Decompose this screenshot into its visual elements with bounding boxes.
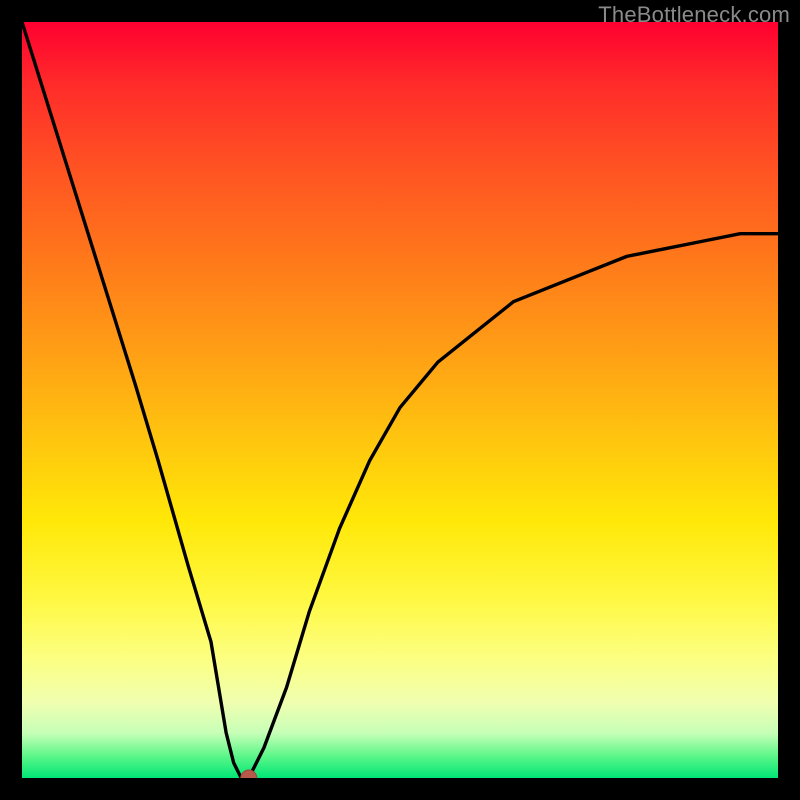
chart-svg bbox=[22, 22, 778, 778]
attribution-text: TheBottleneck.com bbox=[598, 2, 790, 28]
bottleneck-curve bbox=[22, 22, 778, 778]
optimal-point-marker bbox=[241, 770, 257, 778]
plot-area bbox=[22, 22, 778, 778]
chart-container: TheBottleneck.com bbox=[0, 0, 800, 800]
